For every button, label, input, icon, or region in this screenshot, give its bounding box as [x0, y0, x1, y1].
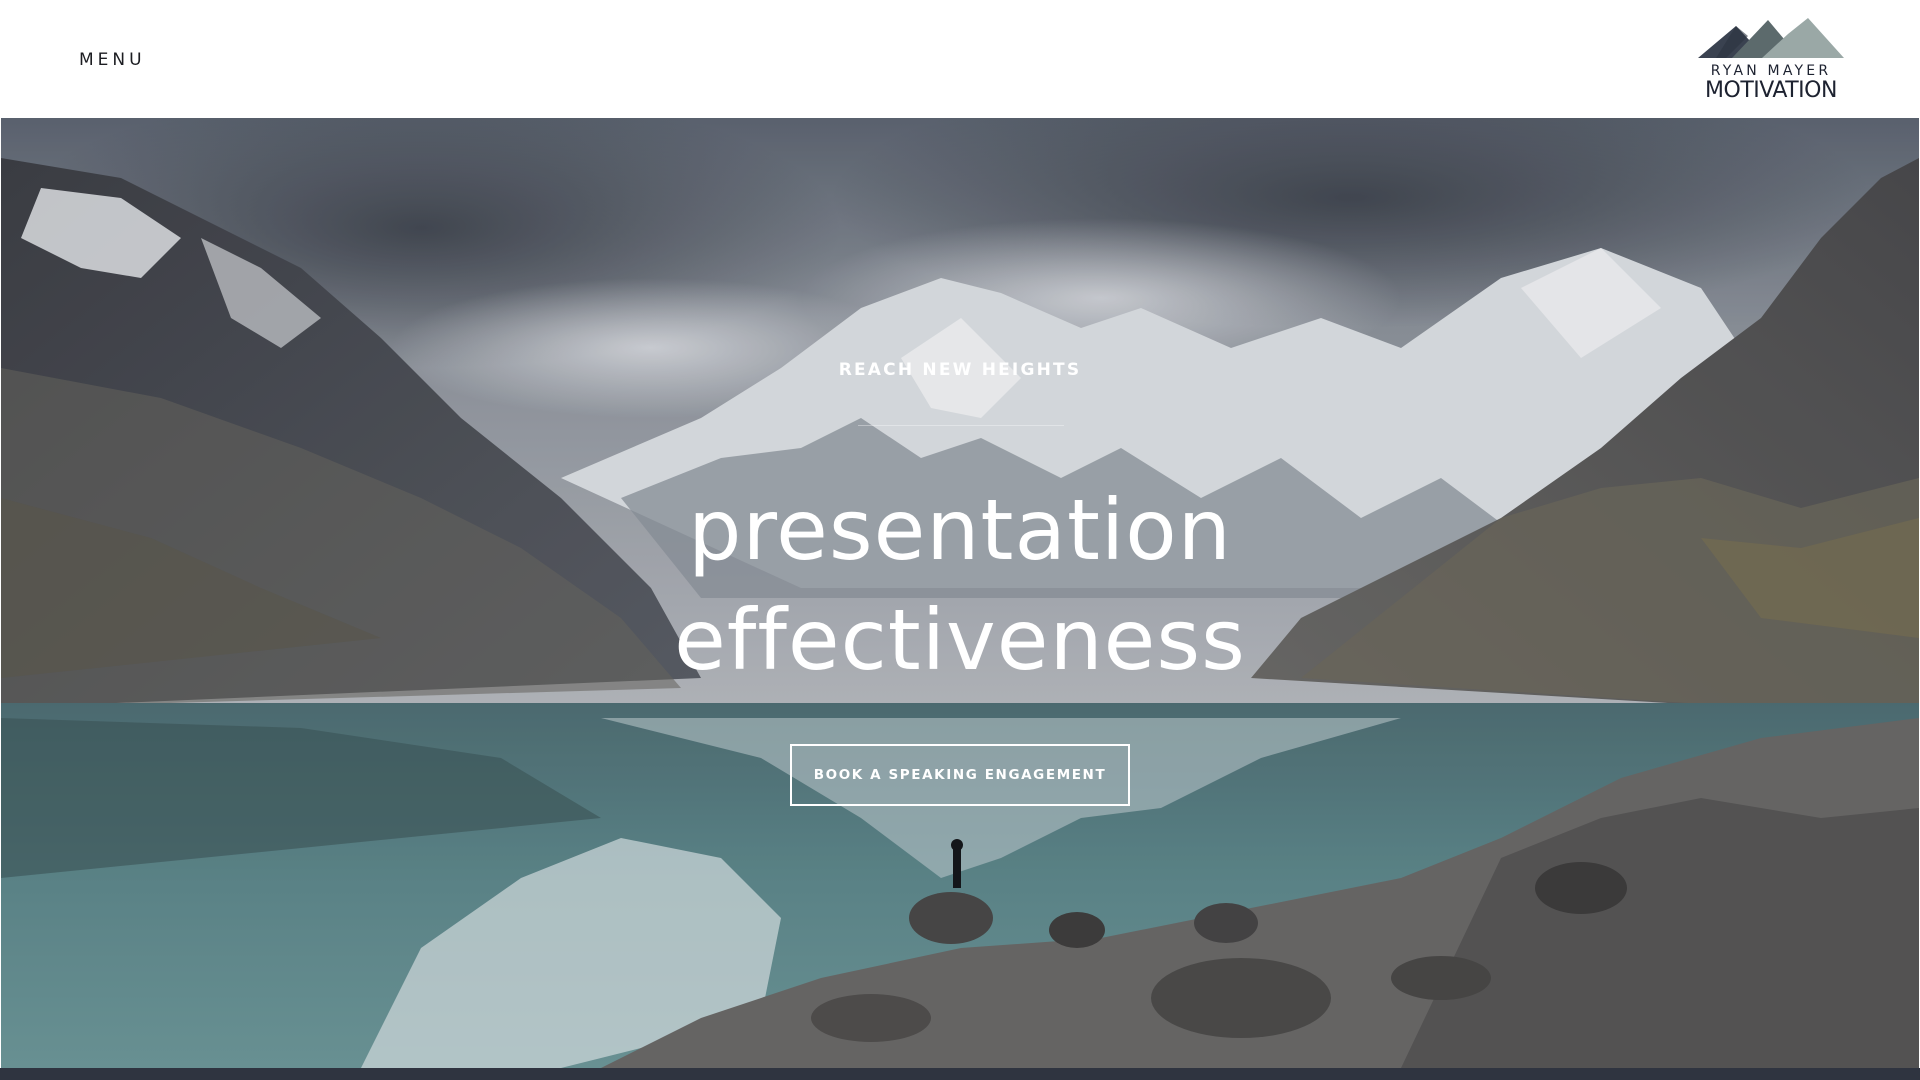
bottom-bar — [0, 1068, 1920, 1080]
logo-text-brand: MOTIVATION — [1705, 78, 1837, 103]
eyebrow-divider — [858, 425, 1064, 426]
page: MENU RYAN MAYER MOTIVATION REACH NEW HEI… — [0, 0, 1920, 1080]
hero-headline-line-1: presentation — [688, 481, 1232, 579]
site-header: MENU RYAN MAYER MOTIVATION — [0, 0, 1920, 118]
hero-section: REACH NEW HEIGHTS presentation effective… — [1, 118, 1919, 1068]
hero-eyebrow: REACH NEW HEIGHTS — [838, 360, 1082, 380]
mountain-peaks-icon — [1698, 18, 1844, 58]
hero-headline-line-2: effectiveness — [674, 591, 1246, 689]
book-speaking-engagement-button[interactable]: BOOK A SPEAKING ENGAGEMENT — [790, 744, 1130, 806]
menu-button[interactable]: MENU — [79, 48, 146, 72]
site-logo[interactable]: RYAN MAYER MOTIVATION — [1696, 16, 1846, 104]
